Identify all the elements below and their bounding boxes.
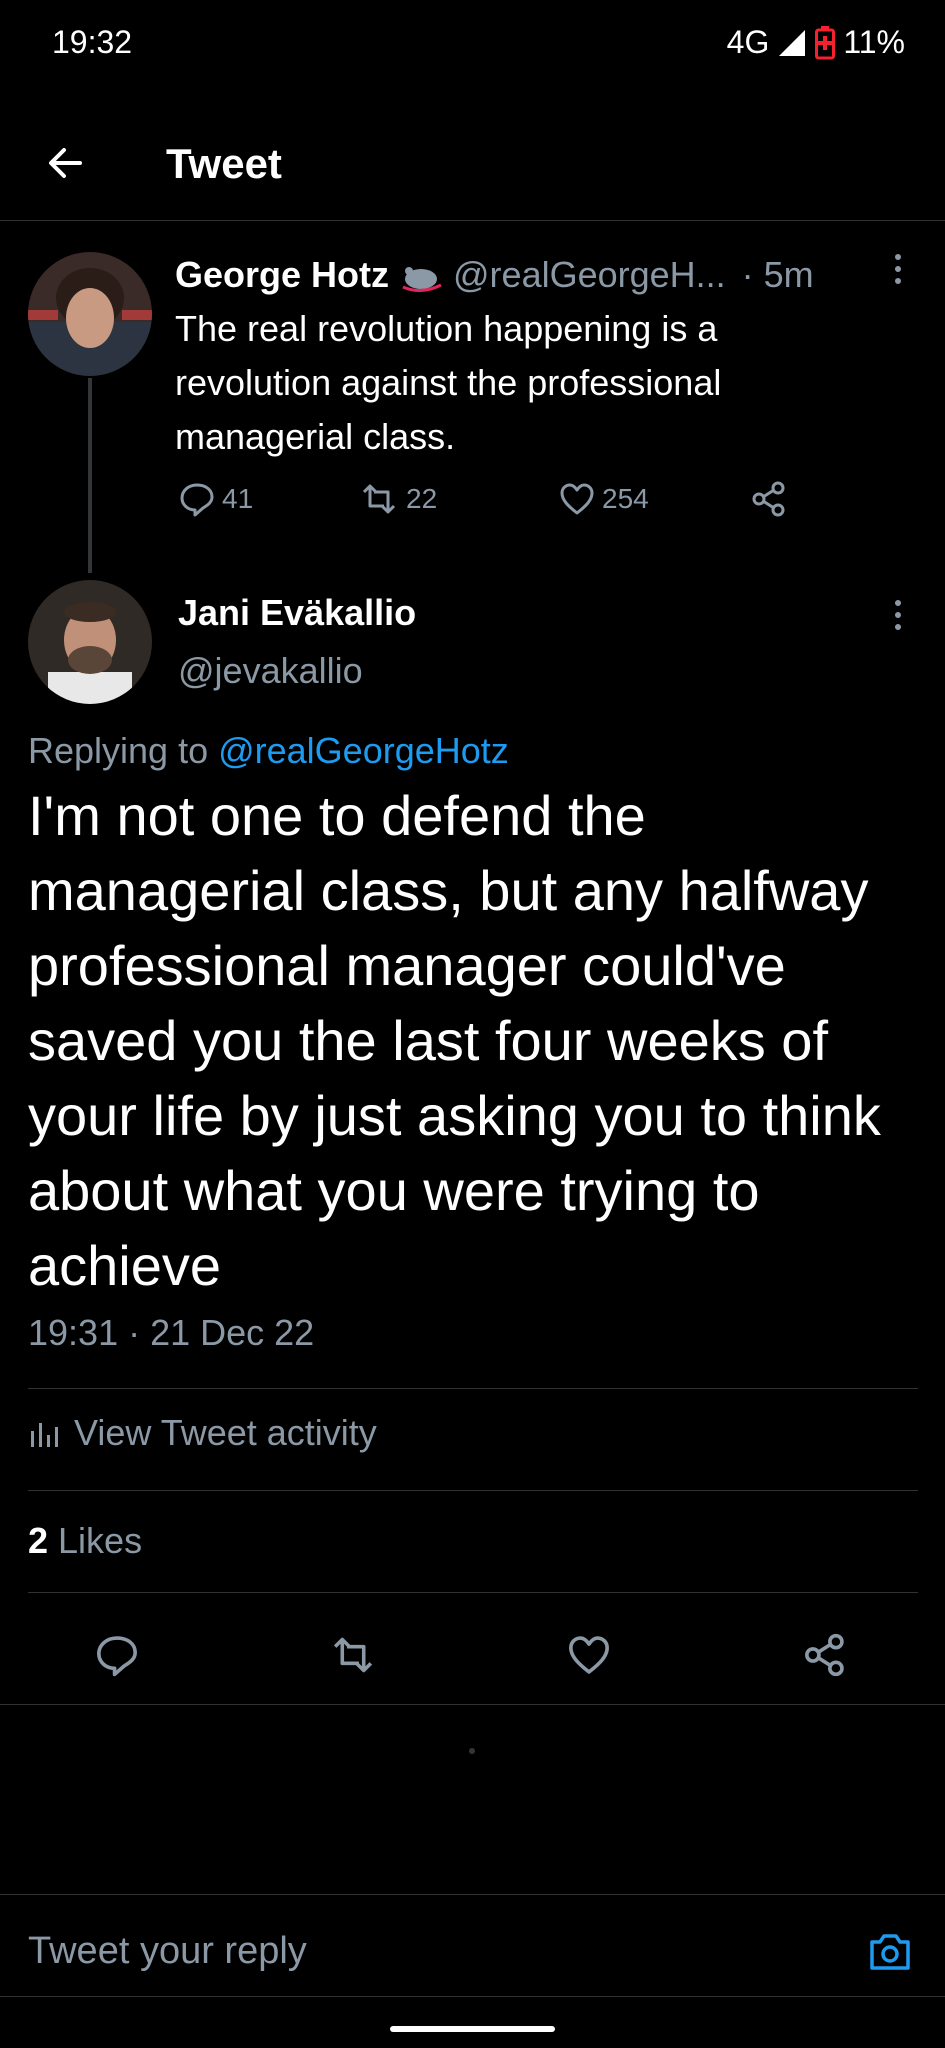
reply-button[interactable] bbox=[94, 1632, 140, 1678]
avatar-jani[interactable] bbox=[28, 580, 152, 704]
activity-label: View Tweet activity bbox=[74, 1412, 377, 1453]
parent-like-count: 254 bbox=[602, 483, 649, 514]
reply-icon bbox=[97, 1636, 137, 1677]
battery-icon bbox=[815, 25, 836, 59]
parent-tweet-header: George Hotz @realGeorgeH... · 5m bbox=[175, 254, 814, 296]
battery-level: 11% bbox=[843, 24, 905, 60]
heart-icon bbox=[569, 1636, 609, 1674]
divider bbox=[0, 1704, 945, 1705]
retweet-icon bbox=[333, 1637, 373, 1673]
tweet-text: I'm not one to defend the managerial cla… bbox=[28, 784, 881, 1297]
retweet-icon bbox=[362, 484, 396, 514]
author-handle[interactable]: @jevakallio bbox=[178, 650, 363, 692]
divider bbox=[28, 1490, 918, 1491]
reply-input[interactable]: Tweet your reply bbox=[28, 1930, 307, 1973]
avatar-image bbox=[28, 252, 152, 376]
more-options-button[interactable] bbox=[892, 600, 904, 630]
back-button[interactable] bbox=[40, 138, 90, 188]
top-bar: Tweet bbox=[0, 110, 945, 221]
home-indicator[interactable] bbox=[390, 2026, 555, 2032]
status-right: 4G 11% bbox=[727, 24, 905, 61]
parent-like-button[interactable]: 254 bbox=[558, 480, 649, 518]
page-title: Tweet bbox=[166, 140, 282, 187]
retweet-button[interactable] bbox=[328, 1632, 378, 1678]
tweet-timestamp[interactable]: 19:31 · 21 Dec 22 bbox=[28, 1312, 314, 1354]
likes-label: Likes bbox=[48, 1520, 143, 1561]
parent-tweet-text: The real revolution happening is a revol… bbox=[175, 308, 722, 457]
tweet-action-bar bbox=[0, 1610, 945, 1700]
divider bbox=[28, 1592, 918, 1593]
parent-retweet-button[interactable]: 22 bbox=[358, 480, 437, 518]
parent-author-handle[interactable]: @realGeorgeH... bbox=[453, 254, 726, 296]
author-name[interactable]: Jani Eväkallio bbox=[178, 592, 416, 634]
parent-reply-button[interactable]: 41 bbox=[178, 480, 253, 518]
parent-author-name[interactable]: George Hotz bbox=[175, 254, 389, 296]
analytics-icon bbox=[31, 1423, 58, 1447]
rat-badge-icon bbox=[402, 267, 442, 292]
like-button[interactable] bbox=[566, 1632, 612, 1678]
likes-count: 2 bbox=[28, 1520, 49, 1561]
share-button[interactable] bbox=[802, 1632, 848, 1678]
parent-tweet-actions: 41 22 254 bbox=[178, 480, 818, 530]
parent-retweet-count: 22 bbox=[406, 483, 438, 514]
divider bbox=[0, 1996, 945, 1997]
arrow-left-icon bbox=[49, 148, 82, 178]
replying-prefix: Replying to bbox=[28, 730, 219, 771]
camera-button[interactable] bbox=[866, 1930, 914, 1974]
share-icon bbox=[752, 481, 785, 517]
loading-dot bbox=[469, 1748, 475, 1754]
avatar-image bbox=[28, 580, 152, 704]
avatar-george[interactable] bbox=[28, 252, 152, 376]
divider bbox=[28, 1388, 918, 1389]
reply-icon bbox=[180, 483, 214, 517]
signal-icon bbox=[779, 29, 806, 56]
view-activity-button[interactable]: View Tweet activity bbox=[28, 1412, 377, 1454]
network-label: 4G bbox=[726, 24, 770, 60]
status-time: 19:32 bbox=[52, 24, 133, 60]
parent-more-button[interactable] bbox=[892, 254, 904, 284]
replying-to-link[interactable]: @realGeorgeHotz bbox=[218, 730, 509, 771]
status-bar: 19:32 4G 11% bbox=[0, 0, 945, 90]
replying-to: Replying to @realGeorgeHotz bbox=[28, 730, 509, 772]
share-icon bbox=[805, 1633, 844, 1677]
parent-share-button[interactable] bbox=[750, 480, 788, 518]
parent-reply-count: 41 bbox=[222, 483, 254, 514]
parent-time: · 5m bbox=[741, 254, 814, 295]
camera-icon bbox=[870, 1934, 910, 1970]
likes-summary[interactable]: 2 Likes bbox=[28, 1520, 142, 1562]
divider bbox=[0, 1894, 945, 1895]
thread-line bbox=[88, 378, 92, 573]
heart-icon bbox=[560, 483, 594, 515]
